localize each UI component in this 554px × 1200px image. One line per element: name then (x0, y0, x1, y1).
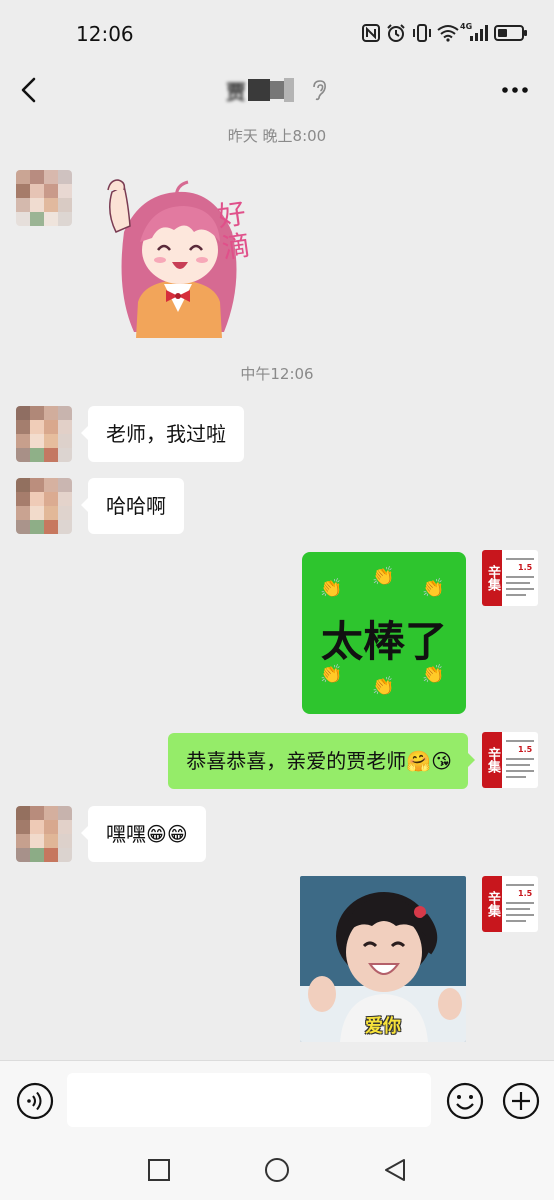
avatar-highlight: 1.5 (518, 889, 533, 898)
friend-avatar[interactable] (16, 806, 72, 862)
message-bubble-received[interactable]: 老师，我过啦 (81, 406, 244, 462)
avatar-highlight: 1.5 (518, 745, 533, 754)
chat-title-text: 贾 (226, 79, 246, 104)
clap-icon: 👏 (320, 578, 343, 599)
plus-icon[interactable] (502, 1082, 540, 1120)
clap-icon: 👏 (372, 566, 395, 587)
wifi-icon (437, 25, 459, 42)
battery-icon (494, 25, 527, 41)
clapping-hands-sticker[interactable]: 👏 👏 👏 太棒了 👏 👏 👏 (302, 552, 466, 714)
title-blur-block (284, 78, 294, 102)
emoji-icon[interactable] (446, 1082, 484, 1120)
signal-4g-icon (470, 25, 488, 41)
time-divider: 中午12:06 (240, 365, 314, 383)
recent-apps-icon[interactable] (147, 1158, 171, 1182)
my-avatar[interactable]: 辛集 1.5 (482, 876, 538, 932)
message-bubble-received[interactable]: 嘿嘿😁😁 (81, 806, 206, 862)
anime-girl-sticker[interactable]: 好滴 (94, 172, 264, 338)
avatar-brand-text: 辛集 (482, 876, 502, 932)
avatar-brand-text: 辛集 (482, 550, 502, 606)
title-blur-block (270, 81, 284, 99)
message-bubble-received[interactable]: 哈哈啊 (81, 478, 184, 534)
back-icon[interactable] (18, 76, 40, 104)
back-nav-icon[interactable] (382, 1157, 408, 1183)
system-nav-bar (0, 1140, 554, 1200)
avatar-brand-text: 辛集 (482, 732, 502, 788)
message-text: 老师，我过啦 (106, 422, 226, 446)
message-text: 哈哈啊 (106, 494, 166, 518)
clap-icon: 👏 (422, 578, 445, 599)
clap-icon: 👏 (372, 676, 395, 697)
alarm-icon (387, 24, 405, 42)
title-blur-block (248, 79, 270, 101)
ear-icon (313, 80, 326, 101)
chat-title: 贾 (226, 74, 294, 106)
emoji-icon: 😁😁 (146, 822, 188, 846)
message-input[interactable] (67, 1073, 431, 1127)
more-icon[interactable] (501, 86, 529, 94)
friend-avatar[interactable] (16, 170, 72, 226)
vibrate-icon (413, 24, 431, 42)
voice-icon[interactable] (16, 1082, 54, 1120)
clap-icon: 👏 (422, 664, 445, 685)
home-icon[interactable] (264, 1157, 290, 1183)
friend-avatar[interactable] (16, 406, 72, 462)
status-time: 12:06 (76, 22, 134, 46)
input-bar (0, 1060, 554, 1141)
friend-avatar[interactable] (16, 478, 72, 534)
sticker-text: 太棒了 (320, 617, 447, 666)
avatar-highlight: 1.5 (518, 563, 533, 572)
smiling-girl-photo-sticker[interactable]: 爱你 (300, 876, 466, 1042)
message-bubble-sent[interactable]: 恭喜恭喜，亲爱的贾老师🤗😘 (168, 733, 475, 789)
my-avatar[interactable]: 辛集 1.5 (482, 550, 538, 606)
message-text: 嘿嘿 (106, 822, 146, 846)
message-text: 恭喜恭喜，亲爱的贾老师 (186, 749, 407, 773)
clap-icon: 👏 (320, 664, 343, 685)
time-divider: 昨天 晚上8:00 (227, 127, 327, 145)
my-avatar[interactable]: 辛集 1.5 (482, 732, 538, 788)
emoji-icon: 🤗😘 (406, 749, 452, 773)
nfc-icon (362, 24, 380, 42)
sticker-text: 爱你 (365, 1016, 401, 1037)
